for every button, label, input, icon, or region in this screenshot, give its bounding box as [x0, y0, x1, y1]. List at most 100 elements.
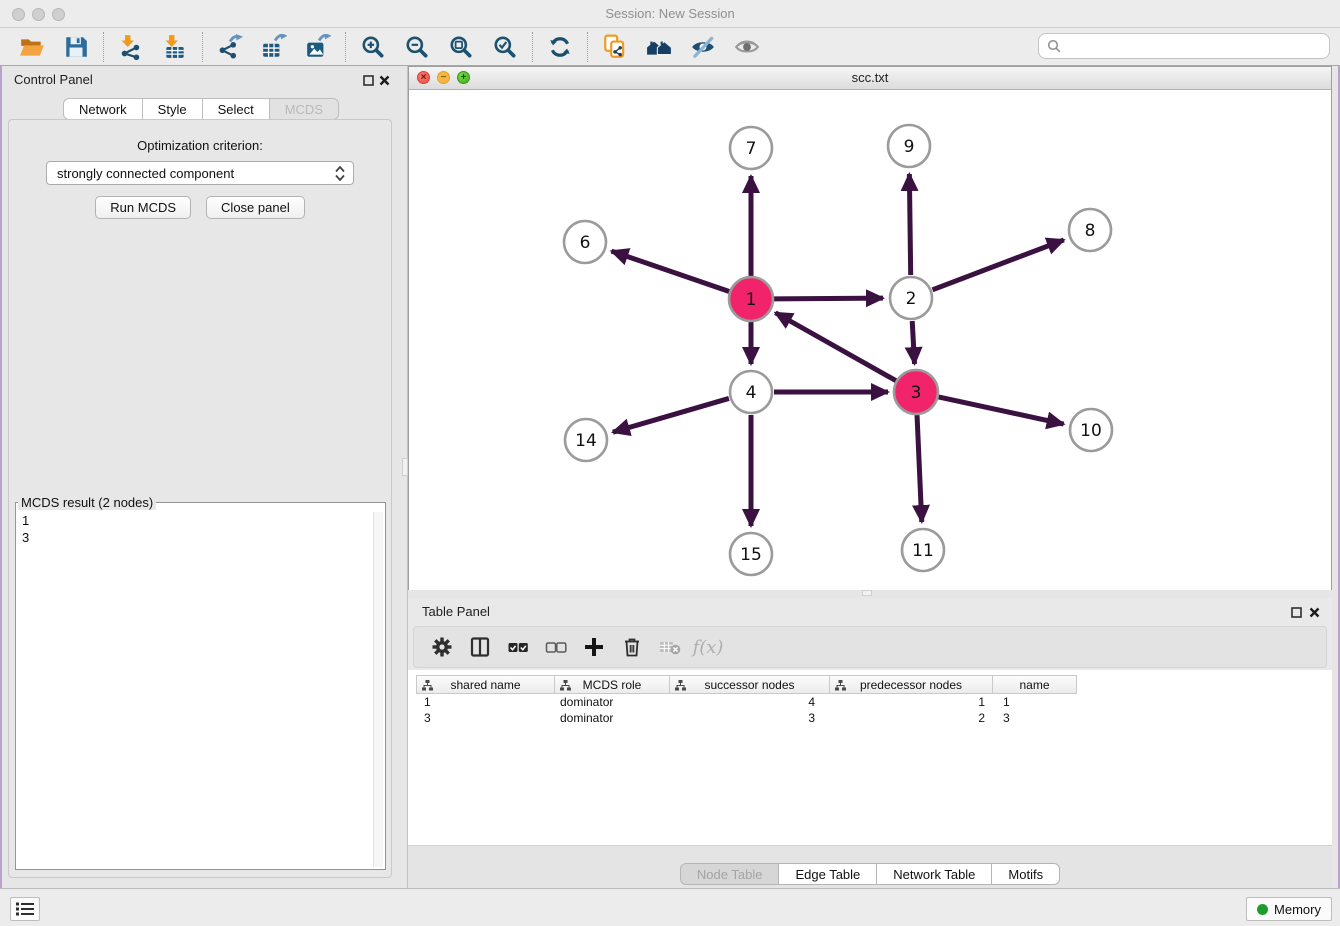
- zoom-selected-icon[interactable]: [492, 34, 518, 60]
- graph-node-14[interactable]: 14: [565, 419, 607, 461]
- graph-node-6[interactable]: 6: [564, 221, 606, 263]
- import-table-icon[interactable]: [162, 34, 188, 60]
- deselect-all-checkboxes-icon[interactable]: [544, 635, 568, 659]
- tab-motifs[interactable]: Motifs: [991, 863, 1060, 885]
- apply-layout-icon[interactable]: [547, 34, 573, 60]
- graph-edge-2-9[interactable]: [909, 174, 910, 275]
- criterion-dropdown[interactable]: strongly connected component: [46, 161, 354, 185]
- table-panel-header: Table Panel: [408, 598, 1332, 624]
- save-session-icon[interactable]: [63, 34, 89, 60]
- task-history-button[interactable]: [10, 897, 40, 921]
- graph-edge-2-3[interactable]: [912, 321, 914, 364]
- search-field[interactable]: [1038, 33, 1330, 59]
- table-cell[interactable]: dominator: [555, 711, 670, 725]
- node-table[interactable]: shared nameMCDS rolesuccessor nodesprede…: [408, 670, 1332, 845]
- network-overview-icon[interactable]: [646, 34, 672, 60]
- column-header-predecessor-nodes[interactable]: predecessor nodes: [830, 675, 993, 694]
- stepper-arrows-icon: [335, 165, 345, 182]
- add-column-icon[interactable]: [582, 635, 606, 659]
- clone-network-icon[interactable]: [602, 34, 628, 60]
- control-panel-tabs: NetworkStyleSelectMCDS: [0, 98, 402, 120]
- tab-mcds[interactable]: MCDS: [269, 98, 339, 120]
- table-cell[interactable]: 1: [416, 695, 555, 709]
- graph-node-3[interactable]: 3: [894, 370, 938, 414]
- show-column-icon[interactable]: [468, 635, 492, 659]
- select-all-checkboxes-icon[interactable]: [506, 635, 530, 659]
- table-row[interactable]: 1dominator411: [416, 694, 1077, 710]
- graph-node-15[interactable]: 15: [730, 533, 772, 575]
- graph-node-9[interactable]: 9: [888, 125, 930, 167]
- zoom-out-icon[interactable]: [404, 34, 430, 60]
- zoom-in-icon[interactable]: [360, 34, 386, 60]
- tab-select[interactable]: Select: [202, 98, 270, 120]
- table-cell[interactable]: 1: [993, 695, 1077, 709]
- svg-text:10: 10: [1080, 421, 1102, 441]
- export-network-icon[interactable]: [217, 34, 243, 60]
- graph-node-11[interactable]: 11: [902, 529, 944, 571]
- horizontal-splitter[interactable]: [862, 590, 872, 596]
- show-graphics-details-icon[interactable]: [734, 34, 760, 60]
- graph-node-4[interactable]: 4: [730, 371, 772, 413]
- control-panel-title: Control Panel: [14, 72, 93, 87]
- delete-table-icon: [658, 635, 682, 659]
- tab-network[interactable]: Network: [63, 98, 143, 120]
- table-cell[interactable]: 3: [416, 711, 555, 725]
- table-options-icon[interactable]: [430, 635, 454, 659]
- float-panel-icon[interactable]: [363, 73, 374, 91]
- close-table-panel-icon[interactable]: [1309, 605, 1320, 623]
- table-cell[interactable]: 3: [670, 711, 830, 725]
- graph-edge-1-2[interactable]: [774, 298, 883, 299]
- export-table-icon[interactable]: [261, 34, 287, 60]
- hide-graphics-details-icon[interactable]: [690, 34, 716, 60]
- table-toolbar: f(x): [413, 626, 1327, 668]
- table-panel-title: Table Panel: [422, 604, 490, 619]
- search-input[interactable]: [1068, 38, 1329, 55]
- graph-edge-4-14[interactable]: [613, 398, 729, 432]
- zoom-fit-icon[interactable]: [448, 34, 474, 60]
- memory-label: Memory: [1274, 902, 1321, 917]
- table-cell[interactable]: 1: [830, 695, 993, 709]
- column-header-shared-name[interactable]: shared name: [416, 675, 555, 694]
- tab-style[interactable]: Style: [142, 98, 203, 120]
- graph-node-8[interactable]: 8: [1069, 209, 1111, 251]
- graph-edge-1-6[interactable]: [611, 251, 729, 291]
- tab-node-table[interactable]: Node Table: [680, 863, 780, 885]
- graph-edge-3-11[interactable]: [917, 415, 922, 522]
- graph-node-10[interactable]: 10: [1070, 409, 1112, 451]
- tab-edge-table[interactable]: Edge Table: [778, 863, 877, 885]
- table-cell[interactable]: dominator: [555, 695, 670, 709]
- delete-column-icon[interactable]: [620, 635, 644, 659]
- toolbar-divider: [532, 32, 533, 62]
- toolbar-divider: [103, 32, 104, 62]
- graph-edge-2-8[interactable]: [933, 240, 1064, 290]
- export-image-icon[interactable]: [305, 34, 331, 60]
- table-row[interactable]: 3dominator323: [416, 710, 1077, 726]
- import-network-icon[interactable]: [118, 34, 144, 60]
- table-cell[interactable]: 3: [993, 711, 1077, 725]
- column-header-name[interactable]: name: [993, 675, 1077, 694]
- table-cell[interactable]: 4: [670, 695, 830, 709]
- table-cell[interactable]: 2: [830, 711, 993, 725]
- network-window-title: scc.txt: [409, 70, 1331, 85]
- open-session-icon[interactable]: [19, 34, 45, 60]
- result-scrollbar[interactable]: [373, 512, 383, 867]
- column-header-successor-nodes[interactable]: successor nodes: [670, 675, 830, 694]
- graph-node-1[interactable]: 1: [729, 277, 773, 321]
- svg-text:7: 7: [746, 139, 757, 159]
- window-title: Session: New Session: [0, 6, 1340, 21]
- graph-edge-3-1[interactable]: [775, 313, 896, 381]
- close-panel-button[interactable]: Close panel: [206, 196, 305, 219]
- column-header-mcds-role[interactable]: MCDS role: [555, 675, 670, 694]
- tab-network-table[interactable]: Network Table: [876, 863, 992, 885]
- float-table-panel-icon[interactable]: [1291, 605, 1302, 623]
- svg-text:6: 6: [580, 233, 591, 253]
- graph-node-2[interactable]: 2: [890, 277, 932, 319]
- graph-edge-3-10[interactable]: [938, 397, 1063, 424]
- graph-node-7[interactable]: 7: [730, 127, 772, 169]
- memory-button[interactable]: Memory: [1246, 897, 1332, 921]
- close-panel-icon[interactable]: [379, 73, 390, 91]
- run-mcds-button[interactable]: Run MCDS: [95, 196, 191, 219]
- svg-text:14: 14: [575, 431, 597, 451]
- svg-text:1: 1: [746, 290, 757, 310]
- network-canvas[interactable]: 7 9 6 8 1 2 4 3 14 10 15 11: [409, 90, 1331, 590]
